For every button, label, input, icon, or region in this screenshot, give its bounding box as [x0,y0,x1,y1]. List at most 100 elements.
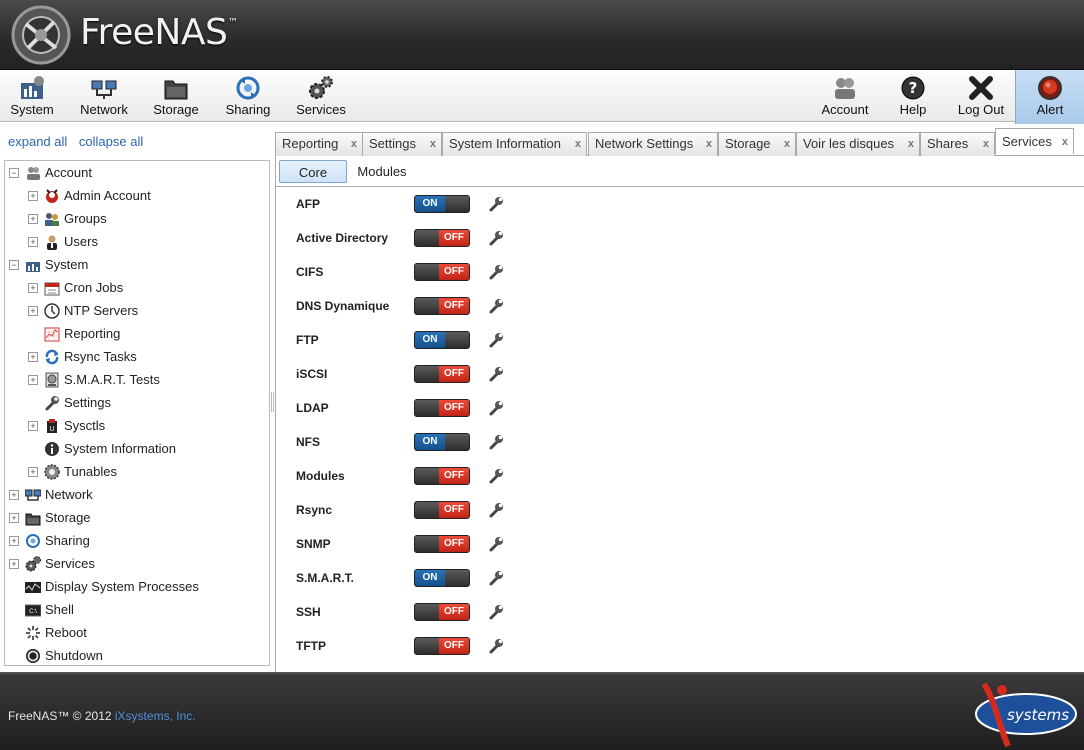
tree-expand-icon[interactable]: + [9,559,19,569]
tree-item-display-system-processes[interactable]: Display System Processes [5,577,269,597]
wrench-icon[interactable] [488,502,504,518]
tree-expand-icon[interactable]: + [28,375,38,385]
toolbar-alert-button[interactable]: Alert [1015,70,1084,124]
close-tab-icon[interactable]: x [351,133,357,155]
close-tab-icon[interactable]: x [575,133,581,155]
tree-expand-icon[interactable]: + [28,306,38,316]
close-tab-icon[interactable]: x [908,133,914,155]
tab-label: Storage [725,136,771,151]
tree-item-sysctls[interactable]: + U Sysctls [5,416,269,436]
close-tab-icon[interactable]: x [784,133,790,155]
tab-settings[interactable]: Settings x [362,132,442,156]
network-icon [25,489,41,501]
tab-storage[interactable]: Storage x [718,132,796,156]
wrench-icon[interactable] [488,196,504,212]
tree-expand-icon[interactable]: + [9,536,19,546]
tab-network-settings[interactable]: Network Settings x [588,132,718,156]
toolbar-sharing-button[interactable]: Sharing [220,70,276,122]
toolbar-account-button[interactable]: Account [816,70,874,122]
wrench-icon[interactable] [488,434,504,450]
tree-expand-icon[interactable]: + [28,191,38,201]
wrench-icon[interactable] [488,570,504,586]
subtab-core[interactable]: Core [279,160,347,183]
tree-item-s-m-a-r-t-tests[interactable]: + S.M.A.R.T. Tests [5,370,269,390]
tree-item-system-information[interactable]: System Information [5,439,269,459]
toolbar-logout-button[interactable]: Log Out [952,70,1010,122]
wrench-icon[interactable] [488,400,504,416]
tree-item-tunables[interactable]: + Tunables [5,462,269,482]
wrench-icon[interactable] [488,638,504,654]
subtab-modules[interactable]: Modules [351,160,413,183]
tree-item-admin-account[interactable]: + Admin Account [5,186,269,206]
ixsystems-link[interactable]: iXsystems, Inc. [115,709,196,723]
tree-expand-icon[interactable]: + [28,237,38,247]
close-tab-icon[interactable]: x [430,133,436,155]
wrench-icon[interactable] [488,230,504,246]
service-toggle-iscsi[interactable]: OFF [414,365,470,383]
service-toggle-nfs[interactable]: ON [414,433,470,451]
tree-item-account[interactable]: − Account [5,163,269,183]
wrench-icon[interactable] [488,366,504,382]
tree-item-users[interactable]: + Users [5,232,269,252]
wrench-icon[interactable] [488,298,504,314]
tree-expand-icon[interactable]: + [28,352,38,362]
tree-item-ntp-servers[interactable]: + NTP Servers [5,301,269,321]
service-toggle-ftp[interactable]: ON [414,331,470,349]
wrench-icon[interactable] [488,604,504,620]
service-toggle-tftp[interactable]: OFF [414,637,470,655]
tree-item-sharing[interactable]: + Sharing [5,531,269,551]
tab-services[interactable]: Services x [995,128,1074,154]
tree-item-network[interactable]: + Network [5,485,269,505]
tree-item-rsync-tasks[interactable]: + Rsync Tasks [5,347,269,367]
tree-item-label: System Information [64,441,176,456]
wrench-icon[interactable] [488,264,504,280]
service-toggle-cifs[interactable]: OFF [414,263,470,281]
service-toggle-snmp[interactable]: OFF [414,535,470,553]
tree-item-shell[interactable]: C:\ Shell [5,600,269,620]
wrench-icon[interactable] [488,536,504,552]
tab-system-information[interactable]: System Information x [442,132,587,156]
service-toggle-afp[interactable]: ON [414,195,470,213]
tree-item-services[interactable]: + Services [5,554,269,574]
service-toggle-modules[interactable]: OFF [414,467,470,485]
tree-expand-icon[interactable]: + [28,283,38,293]
tab-reporting[interactable]: Reporting x [275,132,363,156]
tree-item-storage[interactable]: + Storage [5,508,269,528]
tree-collapse-icon[interactable]: − [9,260,19,270]
tree-expand-icon[interactable]: + [9,490,19,500]
tree-item-reboot[interactable]: Reboot [5,623,269,643]
wrench-icon[interactable] [488,332,504,348]
toolbar-storage-button[interactable]: Storage [148,70,204,122]
service-toggle-s-m-a-r-t[interactable]: ON [414,569,470,587]
close-tab-icon[interactable]: x [983,133,989,155]
tree-expand-icon[interactable]: + [9,513,19,523]
service-toggle-active-directory[interactable]: OFF [414,229,470,247]
tree-item-reporting[interactable]: Reporting [5,324,269,344]
close-tab-icon[interactable]: x [706,133,712,155]
toggle-state-label: ON [415,434,445,450]
service-toggle-ssh[interactable]: OFF [414,603,470,621]
toolbar-network-button[interactable]: Network [76,70,132,122]
toolbar-system-button[interactable]: System [4,70,60,122]
toolbar-services-button[interactable]: Services [292,70,350,122]
tree-item-shutdown[interactable]: Shutdown [5,646,269,666]
service-toggle-rsync[interactable]: OFF [414,501,470,519]
tree-expand-icon[interactable]: + [28,467,38,477]
tab-shares[interactable]: Shares x [920,132,995,156]
service-toggle-dns-dynamique[interactable]: OFF [414,297,470,315]
sidebar-splitter-handle[interactable] [271,392,274,412]
tree-item-cron-jobs[interactable]: + Cron Jobs [5,278,269,298]
tree-item-system[interactable]: − System [5,255,269,275]
close-tab-icon[interactable]: x [1062,129,1068,155]
tree-item-settings[interactable]: Settings [5,393,269,413]
tree-expand-icon[interactable]: + [28,214,38,224]
tree-item-groups[interactable]: + Groups [5,209,269,229]
expand-all-link[interactable]: expand all [8,134,67,149]
wrench-icon[interactable] [488,468,504,484]
collapse-all-link[interactable]: collapse all [79,134,143,149]
service-toggle-ldap[interactable]: OFF [414,399,470,417]
tab-voir-les-disques[interactable]: Voir les disques x [796,132,920,156]
tree-expand-icon[interactable]: + [28,421,38,431]
toolbar-help-button[interactable]: ? Help [890,70,936,122]
tree-collapse-icon[interactable]: − [9,168,19,178]
